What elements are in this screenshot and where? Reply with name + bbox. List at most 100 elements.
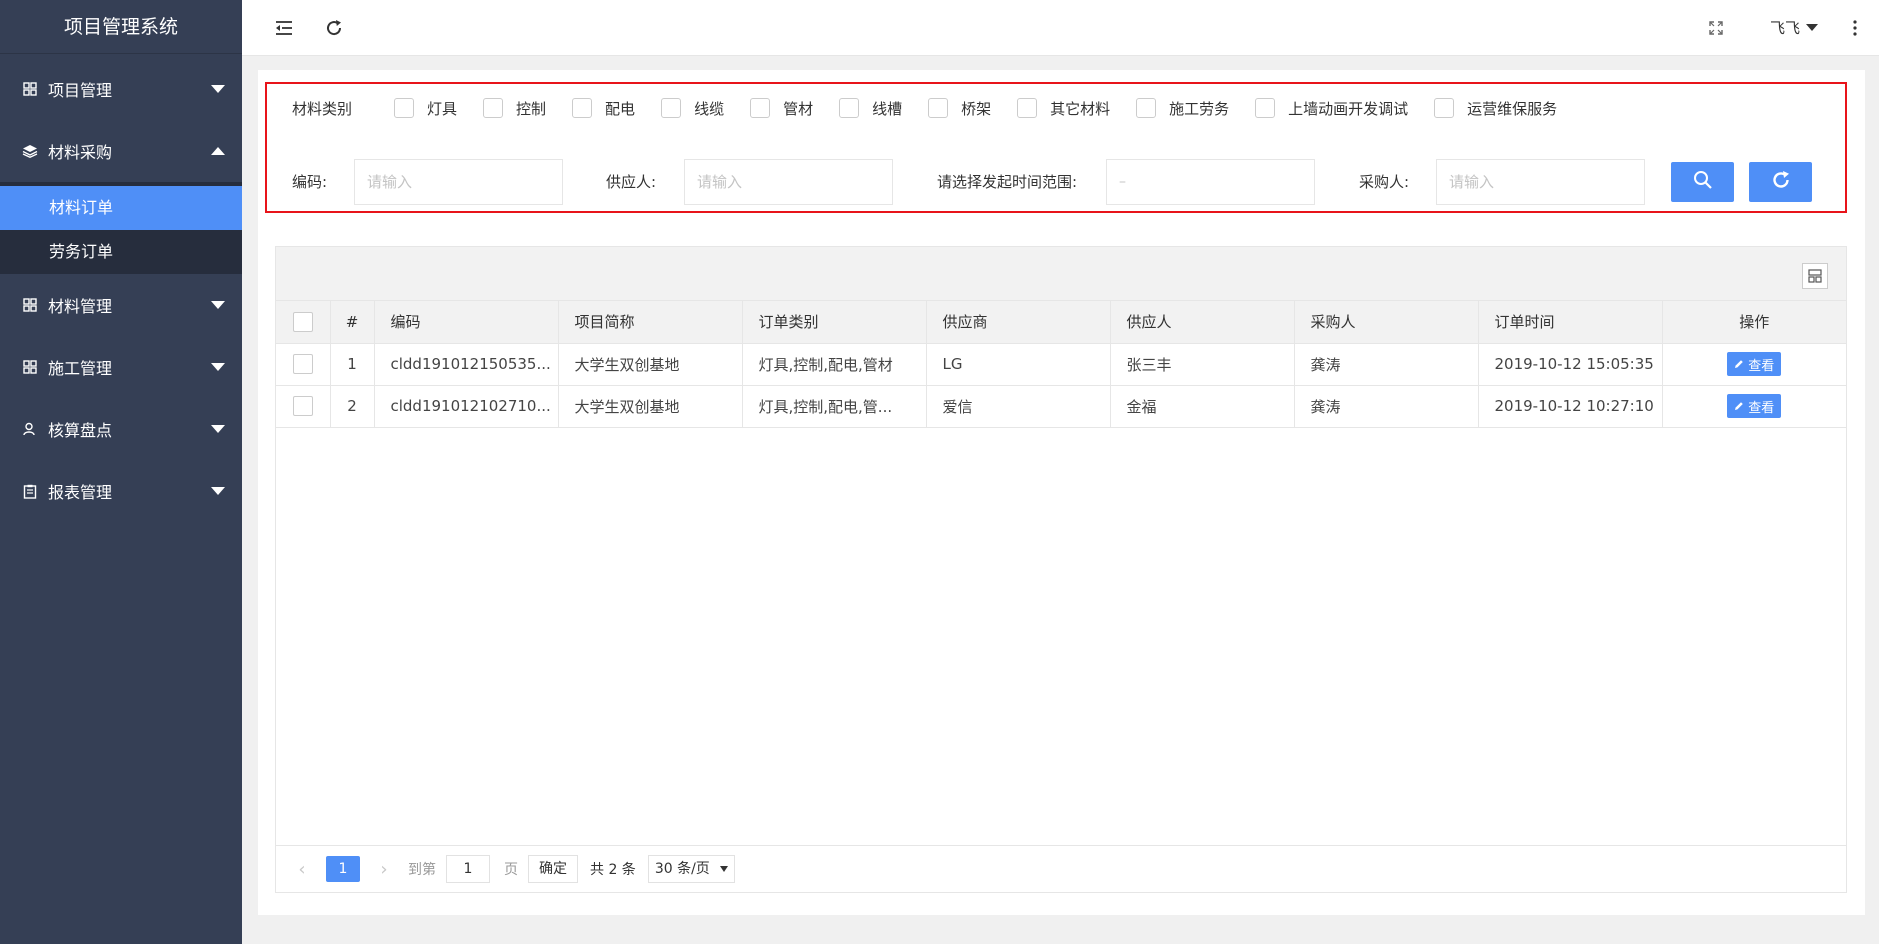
category-checkbox-animation-debugging[interactable]: 上墙动画开发调试	[1255, 98, 1408, 119]
edit-icon	[1735, 402, 1744, 410]
checkbox[interactable]	[1434, 98, 1455, 118]
layers-icon	[22, 143, 38, 159]
chevron-down-icon	[211, 425, 225, 433]
checkbox[interactable]	[928, 98, 949, 118]
view-button[interactable]: 查看	[1727, 394, 1782, 418]
cell-buyer: 龚涛	[1294, 343, 1479, 386]
page-size-value: 30 条/页	[654, 861, 710, 877]
row-checkbox[interactable]	[292, 396, 313, 416]
category-checkbox-pipe[interactable]: 管材	[750, 98, 813, 119]
chevron-down-icon	[211, 363, 225, 371]
submenu-material-purchase: 材料订单 劳务订单	[0, 182, 242, 274]
column-header: 供应商	[926, 301, 1111, 344]
column-settings-icon[interactable]	[1802, 263, 1828, 289]
table-toolbar	[276, 247, 1846, 301]
reset-button[interactable]	[1749, 162, 1812, 202]
row-select-cell	[276, 385, 331, 428]
time-range-label: 请选择发起时间范围:	[937, 173, 1078, 191]
category-checkbox-trunking[interactable]: 线槽	[839, 98, 902, 119]
sidebar-item-label: 材料采购	[48, 143, 113, 162]
sidebar-item-project-management[interactable]: 项目管理	[0, 58, 242, 120]
time-range-picker[interactable]: –	[1106, 159, 1315, 205]
checkbox[interactable]	[661, 98, 682, 118]
checkbox-label: 配电	[605, 99, 636, 118]
orders-table-panel: # 编码 项目简称 订单类别 供应商 供应人 采购人 订单时间 操作 1 cld…	[275, 246, 1847, 893]
category-checkbox-control[interactable]: 控制	[483, 98, 546, 119]
checkbox-label: 线缆	[694, 99, 725, 118]
select-all-cell	[276, 301, 331, 344]
category-label: 材料类别	[292, 99, 353, 118]
goto-confirm-button[interactable]: 确定	[528, 855, 578, 883]
page-suffix: 页	[504, 862, 518, 878]
checkbox-label: 线槽	[872, 99, 903, 118]
buyer-input[interactable]	[1436, 159, 1645, 205]
view-button-label: 查看	[1748, 358, 1775, 374]
code-input[interactable]	[354, 159, 563, 205]
caret-down-icon	[719, 866, 728, 872]
checkbox-label: 运营维保服务	[1467, 99, 1558, 118]
row-checkbox[interactable]	[292, 354, 313, 374]
current-page[interactable]: 1	[326, 856, 360, 882]
more-vertical-icon[interactable]	[1843, 16, 1867, 40]
category-checkbox-power-distribution[interactable]: 配电	[572, 98, 635, 119]
category-filter: 材料类别 灯具 控制 配电 线缆 管材 线槽 桥架 其它材料 施工劳务 上墙动画…	[292, 96, 1583, 120]
row-index: 2	[330, 385, 375, 428]
checkbox[interactable]	[572, 98, 593, 118]
checkbox[interactable]	[1136, 98, 1157, 118]
column-header: 采购人	[1294, 301, 1479, 344]
cell-time: 2019-10-12 15:05:35	[1478, 343, 1663, 386]
row-index: 1	[330, 343, 375, 386]
checkbox[interactable]	[483, 98, 504, 118]
view-button[interactable]: 查看	[1727, 352, 1782, 376]
column-header: 供应人	[1110, 301, 1295, 344]
next-page-icon[interactable]: ›	[374, 859, 394, 880]
edit-icon	[1735, 360, 1744, 368]
sidebar-item-construction-management[interactable]: 施工管理	[0, 336, 242, 398]
checkbox-label: 控制	[516, 99, 547, 118]
checkbox-label: 其它材料	[1050, 99, 1111, 118]
sidebar-subitem-material-order[interactable]: 材料订单	[0, 186, 242, 230]
column-header: 编码	[374, 301, 559, 344]
user-menu[interactable]: 飞飞	[1770, 17, 1818, 38]
cell-supplier-person: 金福	[1110, 385, 1295, 428]
menu-fold-icon[interactable]	[272, 16, 296, 40]
column-header: 项目简称	[558, 301, 743, 344]
sidebar-item-accounting-inventory[interactable]: 核算盘点	[0, 398, 242, 460]
category-checkbox-other-material[interactable]: 其它材料	[1017, 98, 1110, 119]
sidebar-item-material-purchase[interactable]: 材料采购	[0, 120, 242, 182]
category-checkbox-maintenance-service[interactable]: 运营维保服务	[1434, 98, 1557, 119]
goto-page-input[interactable]: 1	[446, 855, 490, 883]
table-row: 1 cldd191012150535... 大学生双创基地 灯具,控制,配电,管…	[276, 343, 1846, 386]
checkbox[interactable]	[839, 98, 860, 118]
user-icon	[22, 421, 38, 437]
prev-page-icon[interactable]: ‹	[292, 859, 312, 880]
chevron-down-icon	[211, 301, 225, 309]
checkbox[interactable]	[750, 98, 771, 118]
supplier-person-input[interactable]	[684, 159, 893, 205]
category-checkbox-cable[interactable]: 线缆	[661, 98, 724, 119]
cell-buyer: 龚涛	[1294, 385, 1479, 428]
fullscreen-icon[interactable]	[1704, 16, 1728, 40]
select-all-checkbox[interactable]	[292, 311, 313, 332]
grid-plus-icon	[22, 359, 38, 375]
checkbox-label: 施工劳务	[1169, 99, 1230, 118]
clipboard-icon	[22, 483, 38, 499]
sidebar-item-report-management[interactable]: 报表管理	[0, 460, 242, 522]
sidebar-item-material-management[interactable]: 材料管理	[0, 274, 242, 336]
row-select-cell	[276, 343, 331, 386]
checkbox[interactable]	[394, 98, 415, 118]
sidebar-subitem-labor-order[interactable]: 劳务订单	[0, 230, 242, 274]
refresh-icon[interactable]	[322, 16, 346, 40]
checkbox[interactable]	[1017, 98, 1038, 118]
search-button[interactable]	[1671, 162, 1734, 202]
cell-supplier-person: 张三丰	[1110, 343, 1295, 386]
category-checkbox-bridge[interactable]: 桥架	[928, 98, 991, 119]
sidebar-item-label: 核算盘点	[48, 421, 113, 440]
category-checkbox-construction-labor[interactable]: 施工劳务	[1136, 98, 1229, 119]
category-checkbox-lamp[interactable]: 灯具	[394, 98, 457, 119]
chevron-up-icon	[211, 147, 225, 155]
checkbox[interactable]	[1255, 98, 1276, 118]
page-size-select[interactable]: 30 条/页	[647, 855, 735, 883]
cell-code: cldd191012102710...	[374, 385, 559, 428]
chevron-down-icon	[211, 85, 225, 93]
